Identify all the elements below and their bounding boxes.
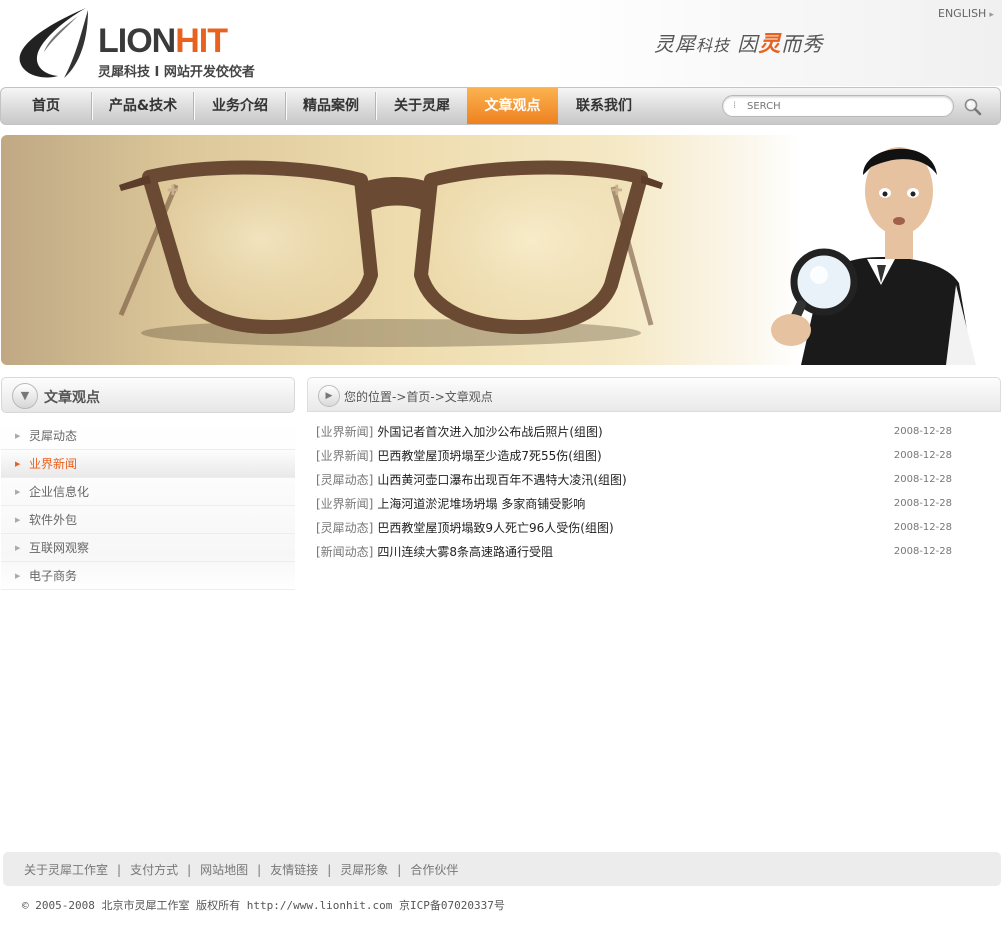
banner-illustration: ✚ ✚ xyxy=(118,147,976,365)
man-with-magnifier-graphic xyxy=(771,147,976,365)
triangle-right-icon: ▶ xyxy=(15,516,21,524)
search-input[interactable] xyxy=(747,98,947,114)
article-title[interactable]: 四川连续大雾8条高速路通行受阻 xyxy=(377,545,553,559)
article-date: 2008-12-28 xyxy=(893,522,952,533)
sidebar-item-outsourcing[interactable]: ▶ 软件外包 xyxy=(1,506,295,534)
breadcrumb-bar: ▶ 您的位置->首页->文章观点 xyxy=(307,377,1001,412)
article-category[interactable]: [业界新闻] xyxy=(316,449,373,463)
site-logo[interactable]: LIONHIT 灵犀科技 I 网站开发佼佼者 xyxy=(18,4,268,82)
nav-item-articles[interactable]: 文章观点 xyxy=(467,88,558,124)
article-list: [业界新闻] 外国记者首次进入加沙公布战后照片(组图) 2008-12-28 [业… xyxy=(316,421,956,565)
slogan: 灵犀科技 因灵而秀 xyxy=(654,32,824,57)
footer-link-partners[interactable]: 合作伙伴 xyxy=(410,863,458,877)
sidebar-item-internet[interactable]: ▶ 互联网观察 xyxy=(1,534,295,562)
list-item[interactable]: [灵犀动态] 山西黄河壶口瀑布出现百年不遇特大凌汛(组图) 2008-12-28 xyxy=(316,469,956,493)
footer-separator: | xyxy=(327,863,332,877)
play-icon: ▶ xyxy=(318,385,340,407)
nav-item-cases[interactable]: 精品案例 xyxy=(287,88,375,124)
footer-separator: | xyxy=(397,863,402,877)
footer-link-payment[interactable]: 支付方式 xyxy=(130,863,178,877)
article-category[interactable]: [灵犀动态] xyxy=(316,521,373,535)
sidebar-item-enterprise-it[interactable]: ▶ 企业信息化 xyxy=(1,478,295,506)
triangle-down-icon: ▼ xyxy=(12,383,38,409)
triangle-right-icon: ▶ xyxy=(15,488,21,496)
footer-link-image[interactable]: 灵犀形象 xyxy=(340,863,388,877)
search-dots-icon: ⁞ xyxy=(733,100,737,111)
svg-text:✚: ✚ xyxy=(167,183,179,199)
nav-item-contact[interactable]: 联系我们 xyxy=(558,88,650,124)
triangle-right-icon: ▶ xyxy=(15,544,21,552)
sidebar-item-ecommerce[interactable]: ▶ 电子商务 xyxy=(1,562,295,590)
triangle-right-icon: ▶ xyxy=(15,432,21,440)
hero-banner: ✚ ✚ xyxy=(1,135,1001,365)
article-title[interactable]: 外国记者首次进入加沙公布战后照片(组图) xyxy=(377,425,602,439)
footer-separator: | xyxy=(187,863,192,877)
article-category[interactable]: [业界新闻] xyxy=(316,497,373,511)
svg-text:✚: ✚ xyxy=(611,183,623,199)
sidebar-header: ▼ 文章观点 xyxy=(1,377,295,413)
article-date: 2008-12-28 xyxy=(893,546,952,557)
article-title[interactable]: 巴西教堂屋顶坍塌至少造成7死55伤(组图) xyxy=(377,449,601,463)
nav-item-business[interactable]: 业务介绍 xyxy=(195,88,285,124)
article-category[interactable]: [业界新闻] xyxy=(316,425,373,439)
sidebar-list: ▶ 灵犀动态 ▶ 业界新闻 ▶ 企业信息化 ▶ 软件外包 ▶ 互联网观察 ▶ 电子商务 xyxy=(1,422,295,590)
footer-link-friends[interactable]: 友情链接 xyxy=(270,863,318,877)
logo-wordmark: LIONHIT xyxy=(98,22,228,60)
copyright: © 2005-2008 北京市灵犀工作室 版权所有 http://www.lio… xyxy=(22,899,505,912)
sidebar: ▼ 文章观点 ▶ 灵犀动态 ▶ 业界新闻 ▶ 企业信息化 ▶ 软件外包 ▶ 互联网观察 ▶… xyxy=(1,377,295,617)
sidebar-item-lingxi-news[interactable]: ▶ 灵犀动态 xyxy=(1,422,295,450)
sidebar-title: 文章观点 xyxy=(44,390,100,406)
list-item[interactable]: [新闻动态] 四川连续大雾8条高速路通行受阻 2008-12-28 xyxy=(316,541,956,565)
logo-subtitle: 灵犀科技 I 网站开发佼佼者 xyxy=(98,65,255,80)
article-title[interactable]: 山西黄河壶口瀑布出现百年不遇特大凌汛(组图) xyxy=(377,473,626,487)
footer-bar: 关于灵犀工作室 | 支付方式 | 网站地图 | 友情链接 | 灵犀形象 | 合作伙伴 xyxy=(3,852,1001,886)
article-date: 2008-12-28 xyxy=(893,498,952,509)
footer-separator: | xyxy=(117,863,122,877)
list-item[interactable]: [业界新闻] 上海河道淤泥堆场坍塌 多家商铺受影响 2008-12-28 xyxy=(316,493,956,517)
footer-separator: | xyxy=(257,863,262,877)
article-category[interactable]: [灵犀动态] xyxy=(316,473,373,487)
search-box[interactable]: ⁞ xyxy=(722,95,954,117)
triangle-right-icon: ▶ xyxy=(15,460,21,468)
site-header: LIONHIT 灵犀科技 I 网站开发佼佼者 灵犀科技 因灵而秀 ENGLISH… xyxy=(0,0,1002,86)
footer-links: 关于灵犀工作室 | 支付方式 | 网站地图 | 友情链接 | 灵犀形象 | 合作伙伴 xyxy=(24,861,458,878)
article-title[interactable]: 上海河道淤泥堆场坍塌 多家商铺受影响 xyxy=(377,497,585,511)
breadcrumb: 您的位置->首页->文章观点 xyxy=(344,390,493,404)
list-item[interactable]: [灵犀动态] 巴西教堂屋顶坍塌致9人死亡96人受伤(组图) 2008-12-28 xyxy=(316,517,956,541)
footer-link-about[interactable]: 关于灵犀工作室 xyxy=(24,863,108,877)
magnifier-icon[interactable] xyxy=(963,97,983,117)
main-nav: 首页 产品&技术 业务介绍 精品案例 关于灵犀 文章观点 联系我们 ⁞ xyxy=(0,87,1001,125)
list-item[interactable]: [业界新闻] 巴西教堂屋顶坍塌至少造成7死55伤(组图) 2008-12-28 xyxy=(316,445,956,469)
article-category[interactable]: [新闻动态] xyxy=(316,545,373,559)
article-title[interactable]: 巴西教堂屋顶坍塌致9人死亡96人受伤(组图) xyxy=(377,521,613,535)
arrow-right-icon: ▸ xyxy=(989,10,994,20)
glasses-graphic: ✚ ✚ xyxy=(118,160,663,334)
triangle-right-icon: ▶ xyxy=(15,572,21,580)
nav-item-home[interactable]: 首页 xyxy=(1,88,91,124)
list-item[interactable]: [业界新闻] 外国记者首次进入加沙公布战后照片(组图) 2008-12-28 xyxy=(316,421,956,445)
nav-item-about[interactable]: 关于灵犀 xyxy=(377,88,467,124)
article-date: 2008-12-28 xyxy=(893,474,952,485)
sidebar-item-industry-news[interactable]: ▶ 业界新闻 xyxy=(1,450,295,478)
article-date: 2008-12-28 xyxy=(893,426,952,437)
lion-logo-icon xyxy=(19,8,88,78)
english-link[interactable]: ENGLISH ▸ xyxy=(938,7,994,20)
footer-link-sitemap[interactable]: 网站地图 xyxy=(200,863,248,877)
nav-item-products[interactable]: 产品&技术 xyxy=(93,88,193,124)
article-date: 2008-12-28 xyxy=(893,450,952,461)
